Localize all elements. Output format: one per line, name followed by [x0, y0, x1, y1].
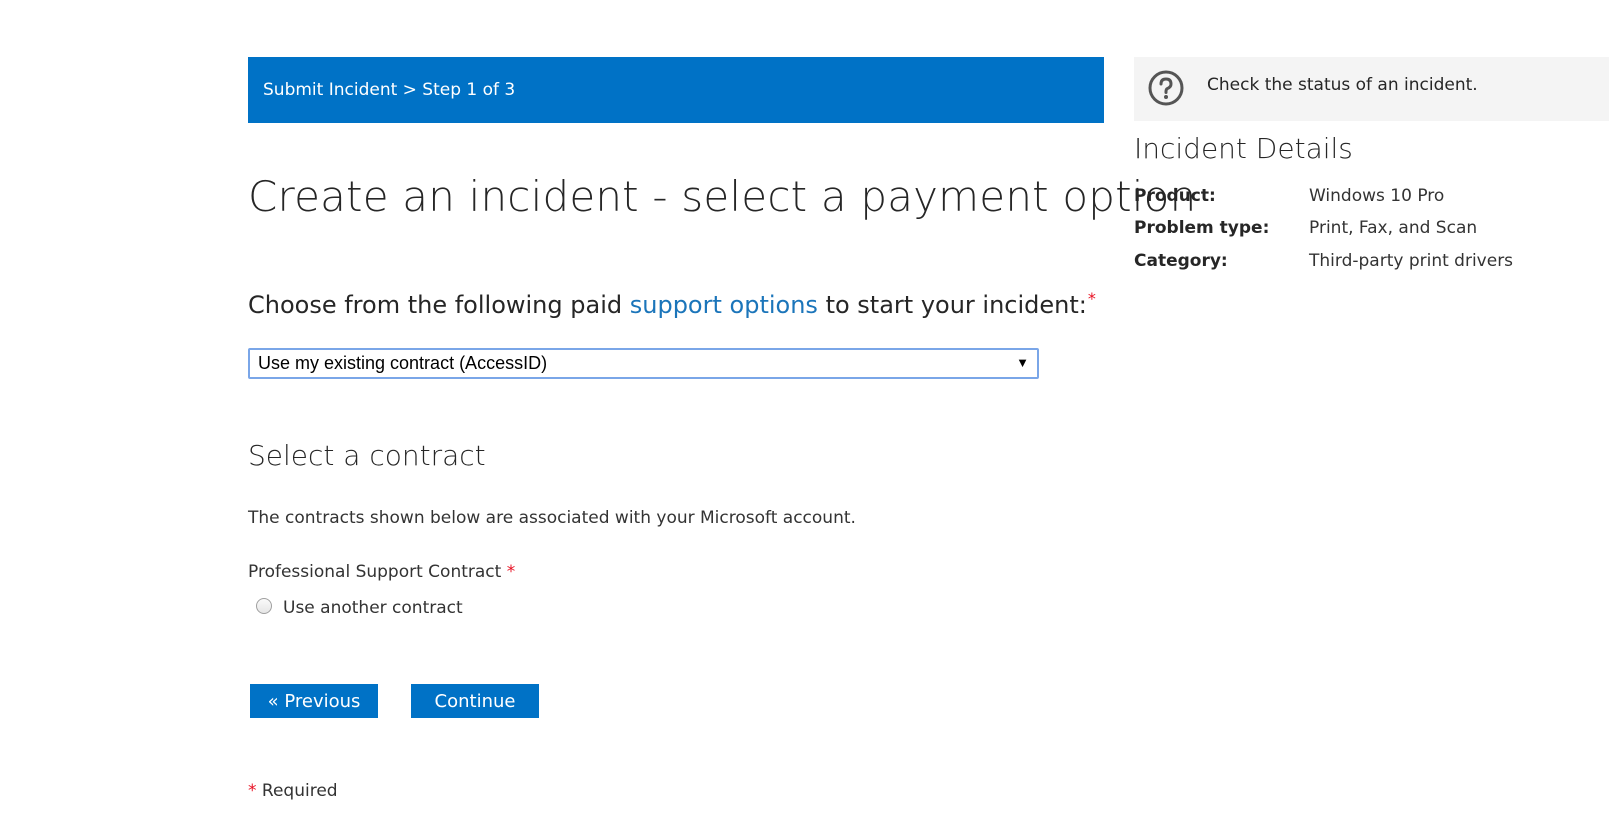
check-status-link[interactable]: Check the status of an incident.: [1207, 75, 1478, 95]
use-another-contract-option[interactable]: Use another contract: [256, 598, 463, 618]
use-another-contract-label[interactable]: Use another contract: [283, 598, 463, 618]
required-marker: *: [248, 781, 257, 801]
payment-prompt-text-before: Choose from the following paid: [248, 291, 623, 319]
payment-option-selected-value: Use my existing contract (AccessID): [258, 353, 548, 373]
professional-support-contract-label: Professional Support Contract *: [248, 562, 515, 582]
required-marker: *: [1087, 289, 1096, 308]
detail-value: Print, Fax, and Scan: [1309, 218, 1478, 238]
step-banner: Submit Incident > Step 1 of 3: [248, 57, 1104, 123]
detail-key: Product:: [1134, 186, 1216, 206]
detail-value: Third-party print drivers: [1309, 251, 1514, 271]
detail-key: Category:: [1134, 251, 1228, 271]
use-another-contract-radio[interactable]: [256, 598, 272, 614]
previous-button[interactable]: « Previous: [250, 684, 378, 718]
detail-value: Windows 10 Pro: [1309, 186, 1445, 206]
contract-label-text: Professional Support Contract: [248, 562, 502, 582]
incident-details-title: Incident Details: [1134, 132, 1353, 165]
detail-key: Problem type:: [1134, 218, 1270, 238]
continue-button[interactable]: Continue: [411, 684, 539, 718]
required-note-text: Required: [261, 781, 338, 801]
contracts-description: The contracts shown below are associated…: [248, 508, 856, 528]
page: Submit Incident > Step 1 of 3 Create an …: [0, 0, 1609, 832]
payment-option-select[interactable]: Use my existing contract (AccessID) ▼: [248, 348, 1039, 379]
question-circle-icon: [1148, 70, 1184, 106]
payment-prompt: Choose from the following paid support o…: [248, 289, 1096, 319]
step-banner-text: Submit Incident > Step 1 of 3: [263, 80, 516, 100]
payment-prompt-text-after: to start your incident:: [825, 291, 1087, 319]
required-marker: *: [506, 562, 516, 582]
select-contract-heading: Select a contract: [248, 439, 486, 472]
page-title: Create an incident - select a payment op…: [248, 172, 1197, 221]
support-options-link[interactable]: support options: [630, 291, 818, 319]
check-status-box[interactable]: Check the status of an incident.: [1134, 57, 1609, 121]
required-note: * Required: [248, 781, 338, 801]
dropdown-caret-icon: ▼: [1016, 355, 1029, 370]
